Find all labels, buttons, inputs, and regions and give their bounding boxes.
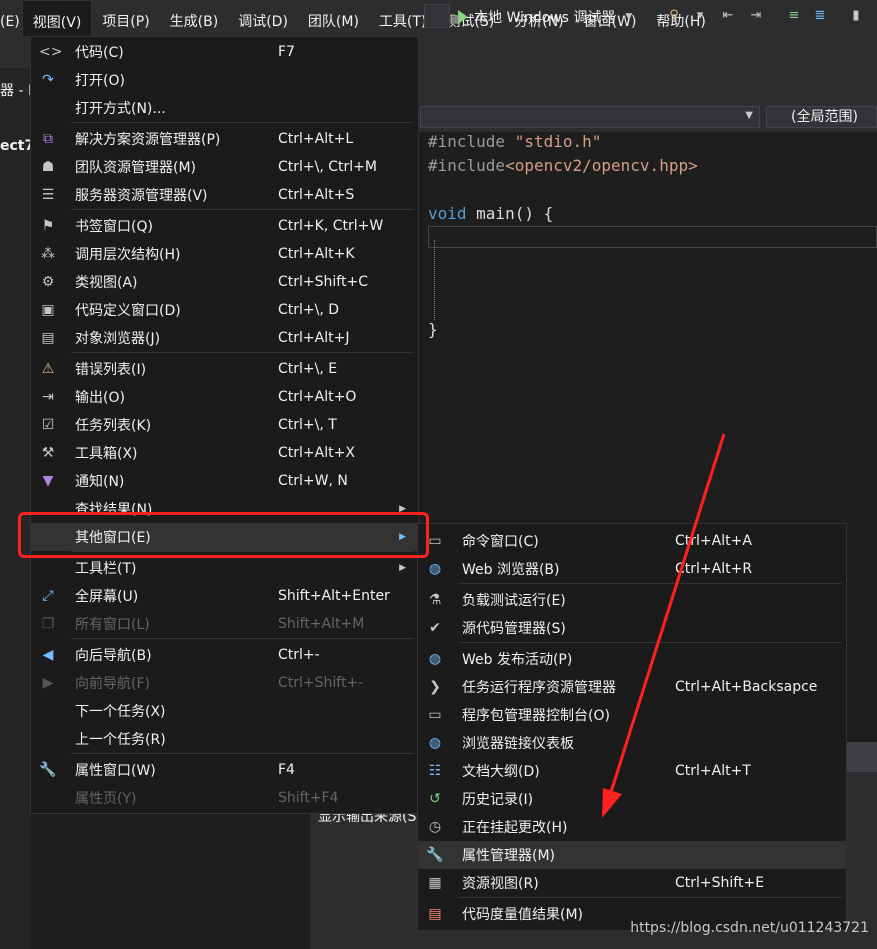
watermark: https://blog.csdn.net/u011243721 (630, 920, 869, 936)
annotation-arrow (602, 433, 726, 818)
